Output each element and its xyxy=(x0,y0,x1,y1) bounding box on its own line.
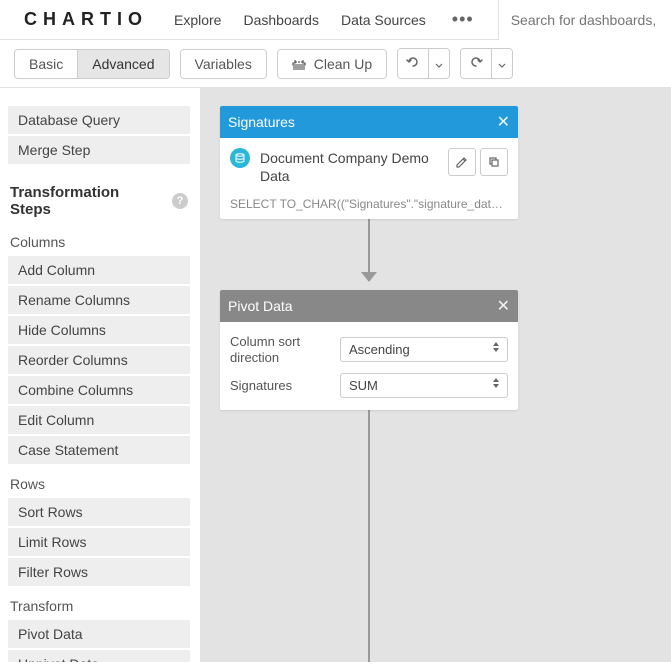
sidebar-item-hide-columns[interactable]: Hide Columns xyxy=(8,316,190,344)
heading-label: Transformation Steps xyxy=(10,184,164,218)
node-title: Pivot Data xyxy=(228,298,497,314)
close-icon[interactable]: ✕ xyxy=(497,296,510,316)
edit-button[interactable] xyxy=(448,148,476,176)
sidebar-item-reorder-columns[interactable]: Reorder Columns xyxy=(8,346,190,374)
more-menu-icon[interactable]: ••• xyxy=(448,9,478,30)
datasource-icon xyxy=(230,148,250,168)
cleanup-group: Clean Up xyxy=(277,49,387,79)
nav-explore[interactable]: Explore xyxy=(174,12,221,28)
sidebar: Database Query Merge Step Transformation… xyxy=(0,88,200,662)
sidebar-item-sort-rows[interactable]: Sort Rows xyxy=(8,498,190,526)
search-input[interactable] xyxy=(498,0,671,40)
signatures-node-body: Document Company Demo Data SELECT TO_CHA… xyxy=(220,138,518,219)
cleanup-label: Clean Up xyxy=(314,56,372,72)
sidebar-item-pivot-data[interactable]: Pivot Data xyxy=(8,620,190,648)
pencil-icon xyxy=(456,156,468,168)
transformation-steps-heading: Transformation Steps ? xyxy=(8,166,190,224)
sidebar-item-limit-rows[interactable]: Limit Rows xyxy=(8,528,190,556)
main: Database Query Merge Step Transformation… xyxy=(0,88,671,662)
cleanup-button[interactable]: Clean Up xyxy=(278,50,386,78)
sidebar-item-merge-step[interactable]: Merge Step xyxy=(8,136,190,164)
chevron-down-icon xyxy=(435,63,443,69)
node-title: Signatures xyxy=(228,114,497,130)
sidebar-item-rename-columns[interactable]: Rename Columns xyxy=(8,286,190,314)
close-icon[interactable]: ✕ xyxy=(497,112,510,132)
columns-subheading: Columns xyxy=(8,224,190,256)
transform-subheading: Transform xyxy=(8,588,190,620)
sidebar-item-case-statement[interactable]: Case Statement xyxy=(8,436,190,464)
sidebar-item-filter-rows[interactable]: Filter Rows xyxy=(8,558,190,586)
cleanup-icon xyxy=(292,59,306,71)
pivot-node-body: Column sort direction Ascending Signatur… xyxy=(220,322,518,410)
sidebar-item-database-query[interactable]: Database Query xyxy=(8,106,190,134)
redo-group xyxy=(460,48,513,79)
rows-subheading: Rows xyxy=(8,466,190,498)
dataset-name: Document Company Demo Data xyxy=(260,148,438,185)
pipeline-canvas[interactable]: Signatures ✕ Document Company Demo Data xyxy=(200,88,671,662)
chevron-down-icon xyxy=(498,63,506,69)
variables-button[interactable]: Variables xyxy=(181,50,266,78)
logo: CHARTIO xyxy=(0,9,166,30)
pivot-node[interactable]: Pivot Data ✕ Column sort direction Ascen… xyxy=(220,290,518,410)
redo-dropdown[interactable] xyxy=(492,49,512,78)
column-sort-label: Column sort direction xyxy=(230,334,330,365)
nav-data-sources[interactable]: Data Sources xyxy=(341,12,426,28)
copy-button[interactable] xyxy=(480,148,508,176)
sidebar-item-add-column[interactable]: Add Column xyxy=(8,256,190,284)
copy-icon xyxy=(488,156,500,168)
signatures-node-header[interactable]: Signatures ✕ xyxy=(220,106,518,138)
undo-button[interactable] xyxy=(398,49,429,78)
sidebar-item-combine-columns[interactable]: Combine Columns xyxy=(8,376,190,404)
search-container xyxy=(498,0,671,40)
toolbar: Basic Advanced Variables Clean Up xyxy=(0,40,671,88)
top-header: CHARTIO Explore Dashboards Data Sources … xyxy=(0,0,671,40)
mode-toggle: Basic Advanced xyxy=(14,49,170,79)
signatures-label: Signatures xyxy=(230,378,330,394)
undo-group xyxy=(397,48,450,79)
column-sort-select[interactable]: Ascending xyxy=(340,337,508,362)
basic-tab[interactable]: Basic xyxy=(15,50,78,78)
nav-dashboards[interactable]: Dashboards xyxy=(243,12,319,28)
redo-icon xyxy=(469,55,483,69)
top-nav: Explore Dashboards Data Sources ••• xyxy=(166,9,478,30)
help-icon[interactable]: ? xyxy=(172,193,188,209)
sidebar-item-unpivot-data[interactable]: Unpivot Data xyxy=(8,650,190,662)
variables-group: Variables xyxy=(180,49,267,79)
connector-line xyxy=(368,373,370,662)
undo-icon xyxy=(406,55,420,69)
arrow-down-icon xyxy=(361,272,377,282)
undo-dropdown[interactable] xyxy=(429,49,449,78)
pivot-node-header[interactable]: Pivot Data ✕ xyxy=(220,290,518,322)
sidebar-item-edit-column[interactable]: Edit Column xyxy=(8,406,190,434)
sql-preview: SELECT TO_CHAR(("Signatures"."signature_… xyxy=(230,193,508,211)
signatures-select[interactable]: SUM xyxy=(340,373,508,398)
redo-button[interactable] xyxy=(461,49,492,78)
advanced-tab[interactable]: Advanced xyxy=(78,50,168,78)
signatures-node[interactable]: Signatures ✕ Document Company Demo Data xyxy=(220,106,518,219)
